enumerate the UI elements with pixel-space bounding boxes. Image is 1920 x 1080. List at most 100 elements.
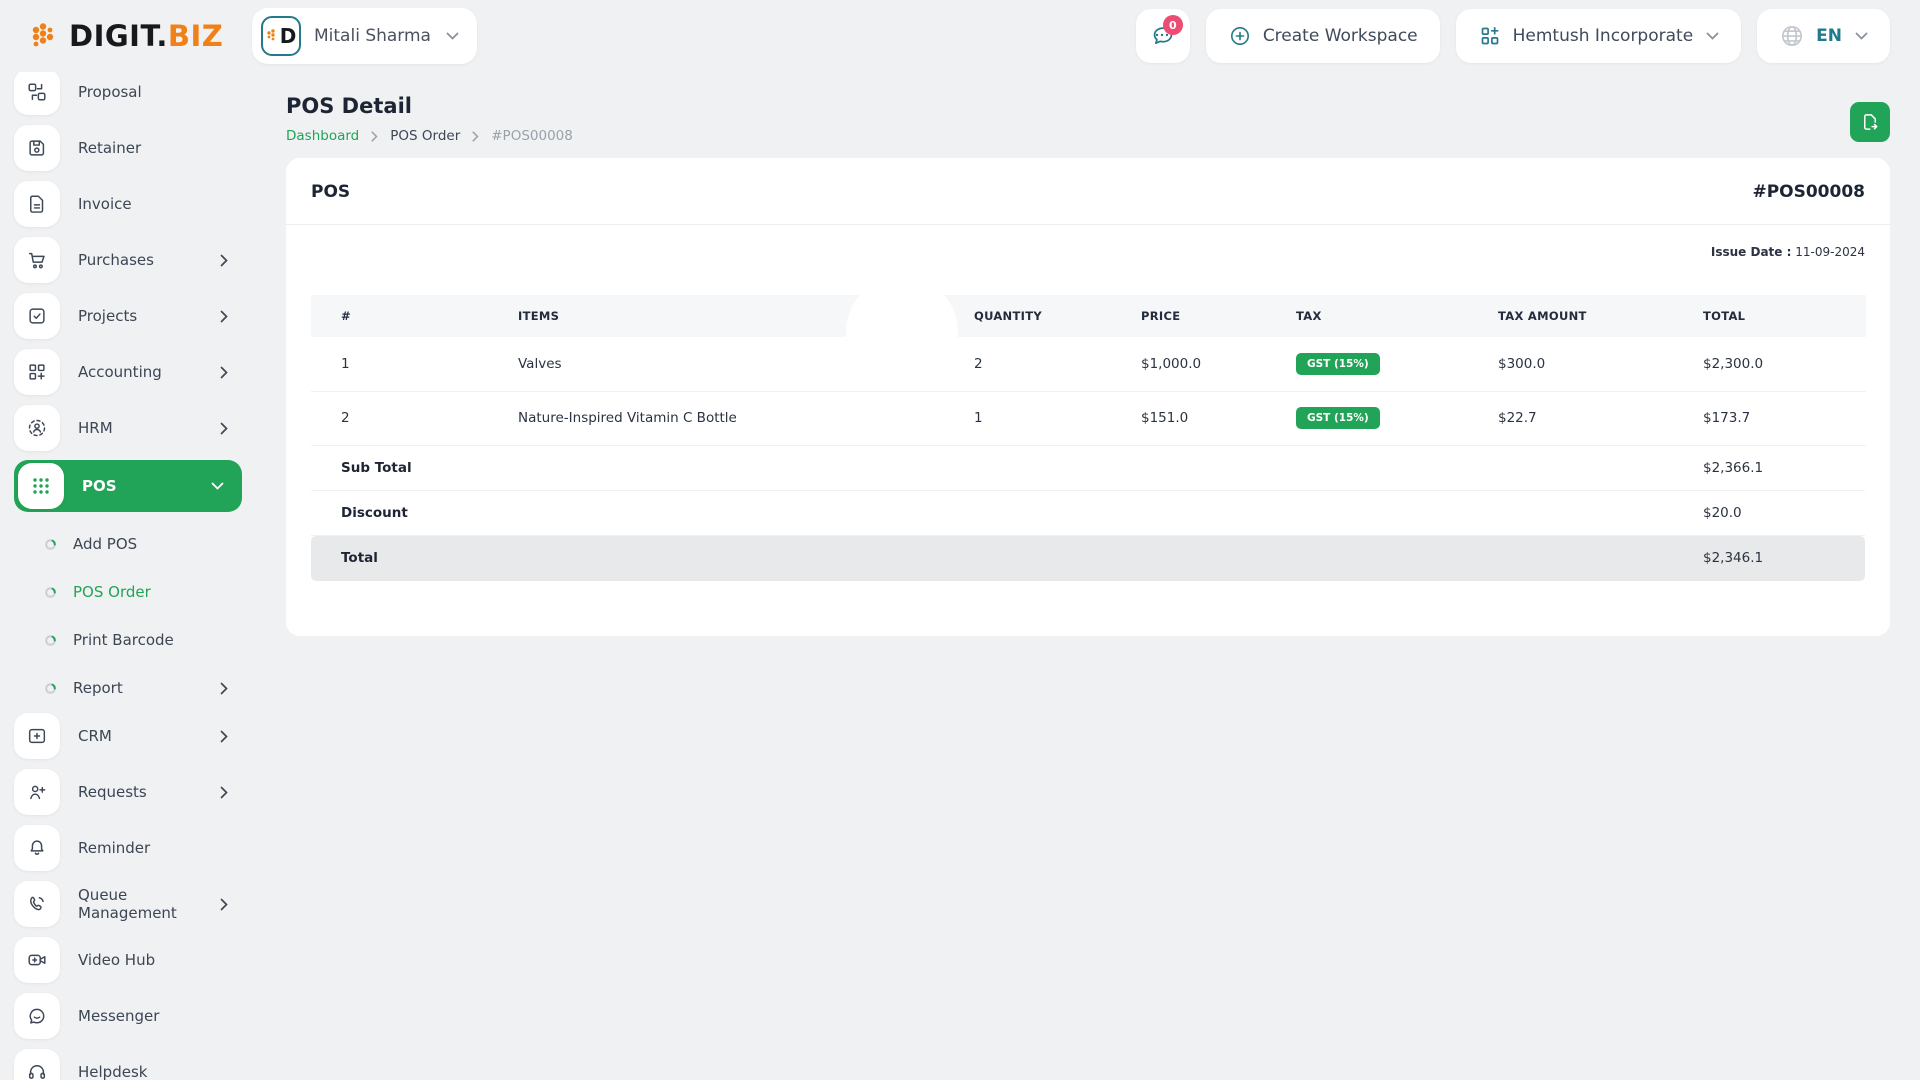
- sidebar-item-label: Proposal: [78, 83, 142, 101]
- chevron-right-icon: [220, 310, 228, 323]
- sidebar-item-accounting[interactable]: Accounting: [14, 348, 242, 396]
- chevron-down-icon: [211, 482, 224, 490]
- table-row: 2 Nature-Inspired Vitamin C Bottle 1 $15…: [311, 391, 1866, 445]
- language-selector[interactable]: EN: [1757, 9, 1890, 63]
- total-label: Total: [311, 550, 378, 566]
- discount-row: Discount $20.0: [311, 491, 1865, 536]
- cell-tax: GST (15%): [1296, 337, 1498, 391]
- ring-bullet-icon: [44, 538, 57, 551]
- sidebar-item-label: Messenger: [78, 1007, 159, 1025]
- cell-quantity: 2: [974, 337, 1141, 391]
- sidebar-item-hrm[interactable]: HRM: [14, 404, 242, 452]
- create-workspace-button[interactable]: Create Workspace: [1206, 9, 1440, 63]
- pos-detail-card: POS #POS00008 Issue Date : 11-09-2024 # …: [286, 158, 1890, 636]
- issue-date-row: Issue Date : 11-09-2024: [311, 245, 1865, 259]
- sidebar-subitem-report[interactable]: Report: [14, 664, 242, 712]
- sidebar-subitem-print-barcode[interactable]: Print Barcode: [14, 616, 242, 664]
- col-header-total: TOTAL: [1703, 295, 1866, 337]
- cell-total: $173.7: [1703, 391, 1866, 445]
- sidebar-subitem-pos-order[interactable]: POS Order: [14, 568, 242, 616]
- tax-badge: GST (15%): [1296, 353, 1380, 375]
- accounting-icon: [14, 349, 60, 395]
- cell-price: $1,000.0: [1141, 337, 1296, 391]
- sidebar-item-requests[interactable]: Requests: [14, 768, 242, 816]
- company-selector[interactable]: Hemtush Incorporate: [1456, 9, 1742, 63]
- sidebar-item-projects[interactable]: Projects: [14, 292, 242, 340]
- sidebar-item-label: Video Hub: [78, 951, 155, 969]
- brand-name-accent: BIZ: [168, 19, 223, 53]
- sidebar-item-video-hub[interactable]: Video Hub: [14, 936, 242, 984]
- tax-badge: GST (15%): [1296, 407, 1380, 429]
- chevron-right-icon: [220, 682, 228, 695]
- sidebar-item-invoice[interactable]: Invoice: [14, 180, 242, 228]
- card-divider: [286, 224, 1890, 225]
- sidebar-item-messenger[interactable]: Messenger: [14, 992, 242, 1040]
- sidebar-item-queue-management[interactable]: Queue Management: [14, 880, 242, 928]
- sidebar-item-label: Invoice: [78, 195, 132, 213]
- plus-circle-icon: [1228, 24, 1252, 48]
- chat-button[interactable]: 0: [1136, 9, 1190, 63]
- chevron-down-icon: [1706, 32, 1719, 40]
- ring-bullet-icon: [44, 682, 57, 695]
- sidebar-item-retainer[interactable]: Retainer: [14, 124, 242, 172]
- cell-no: 2: [311, 391, 518, 445]
- sidebar-item-reminder[interactable]: Reminder: [14, 824, 242, 872]
- sidebar-item-purchases[interactable]: Purchases: [14, 236, 242, 284]
- retainer-icon: [14, 125, 60, 171]
- col-header-quantity: QUANTITY: [974, 295, 1141, 337]
- sidebar-item-label: POS: [82, 477, 117, 495]
- brand-name-dark: DIGIT.: [69, 19, 168, 53]
- chat-count-badge: 0: [1163, 15, 1183, 35]
- sidebar-subitem-add-pos[interactable]: Add POS: [14, 520, 242, 568]
- breadcrumb-pos-order[interactable]: POS Order: [390, 128, 460, 144]
- sidebar-item-pos[interactable]: POS: [14, 460, 242, 512]
- sidebar-item-label: Projects: [78, 307, 137, 325]
- cell-tax: GST (15%): [1296, 391, 1498, 445]
- sidebar-subitem-label: POS Order: [73, 583, 151, 601]
- queue-phone-icon: [14, 881, 60, 927]
- total-row: Total $2,346.1: [311, 536, 1865, 581]
- cell-total: $2,300.0: [1703, 337, 1866, 391]
- page-title-block: POS Detail Dashboard POS Order #POS00008: [286, 94, 573, 144]
- chevron-right-icon: [220, 730, 228, 743]
- chevron-right-icon: [220, 898, 228, 911]
- cell-no: 1: [311, 337, 518, 391]
- sidebar-item-crm[interactable]: CRM: [14, 712, 242, 760]
- requests-icon: [14, 769, 60, 815]
- sidebar-item-proposal[interactable]: Proposal: [14, 68, 242, 116]
- sidebar-item-label: Queue Management: [78, 886, 220, 922]
- issue-date-value: 11-09-2024: [1795, 245, 1865, 259]
- main-content: POS Detail Dashboard POS Order #POS00008: [252, 72, 1920, 636]
- hex-cluster-icon: [26, 19, 60, 53]
- chevron-right-icon: [220, 254, 228, 267]
- topbar-actions: 0 Create Workspace Hemtush Incorporate: [1136, 9, 1920, 63]
- export-pos-button[interactable]: [1850, 102, 1890, 142]
- breadcrumb-separator-icon: [472, 131, 479, 142]
- sidebar-item-label: Accounting: [78, 363, 162, 381]
- pos-icon: [18, 463, 64, 509]
- create-workspace-label: Create Workspace: [1263, 26, 1418, 46]
- breadcrumb-separator-icon: [371, 131, 378, 142]
- workspace-grid-icon: [1478, 24, 1502, 48]
- cell-tax-amount: $22.7: [1498, 391, 1703, 445]
- total-value: $2,346.1: [1703, 550, 1763, 566]
- file-export-icon: [1860, 112, 1880, 132]
- user-workspace-selector[interactable]: D Mitali Sharma: [252, 8, 477, 64]
- table-row: 1 Valves 2 $1,000.0 GST (15%) $300.0 $2,…: [311, 337, 1866, 391]
- chevron-right-icon: [220, 422, 228, 435]
- cell-quantity: 1: [974, 391, 1141, 445]
- sidebar-item-label: HRM: [78, 419, 113, 437]
- breadcrumb-dashboard[interactable]: Dashboard: [286, 128, 359, 144]
- helpdesk-headphones-icon: [14, 1049, 60, 1080]
- sidebar-item-helpdesk[interactable]: Helpdesk: [14, 1048, 242, 1080]
- table-header-row: # ITEMS QUANTITY PRICE TAX TAX AMOUNT TO…: [311, 295, 1866, 337]
- pos-card-header: POS #POS00008: [311, 182, 1865, 202]
- language-code: EN: [1816, 26, 1842, 46]
- messenger-bubble-icon: [14, 993, 60, 1039]
- chevron-down-icon: [1855, 32, 1868, 40]
- cell-item: Nature-Inspired Vitamin C Bottle: [518, 391, 974, 445]
- discount-label: Discount: [311, 505, 408, 521]
- purchases-icon: [14, 237, 60, 283]
- cell-item: Valves: [518, 337, 974, 391]
- sidebar: Proposal Retainer Invoice Purchases: [0, 64, 252, 1080]
